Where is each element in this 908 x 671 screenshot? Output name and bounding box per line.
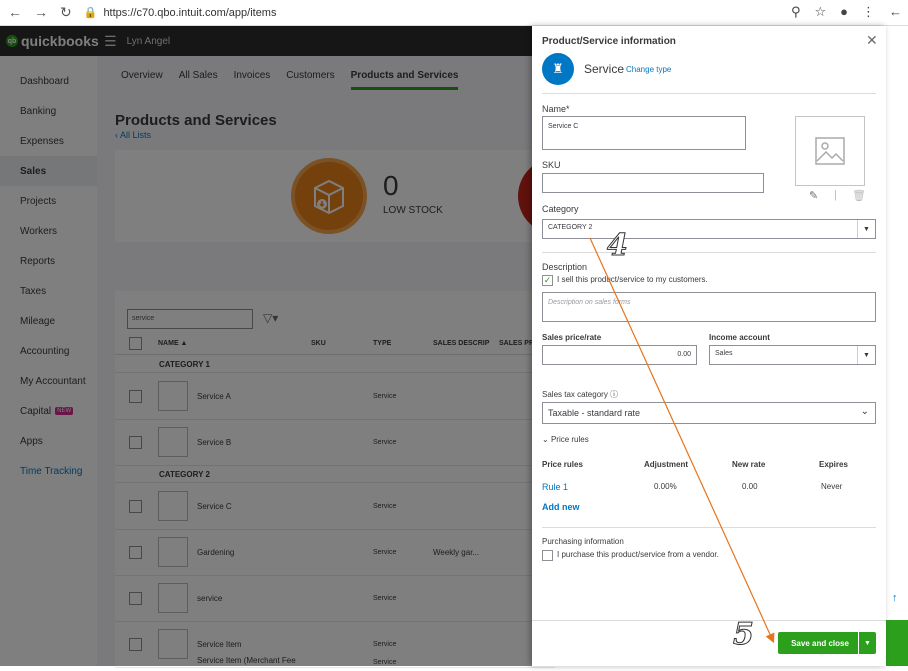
step-5-annotation: 5 (733, 617, 755, 653)
annotation-arrow (589, 237, 775, 644)
step-4-annotation: 4 (607, 228, 629, 264)
